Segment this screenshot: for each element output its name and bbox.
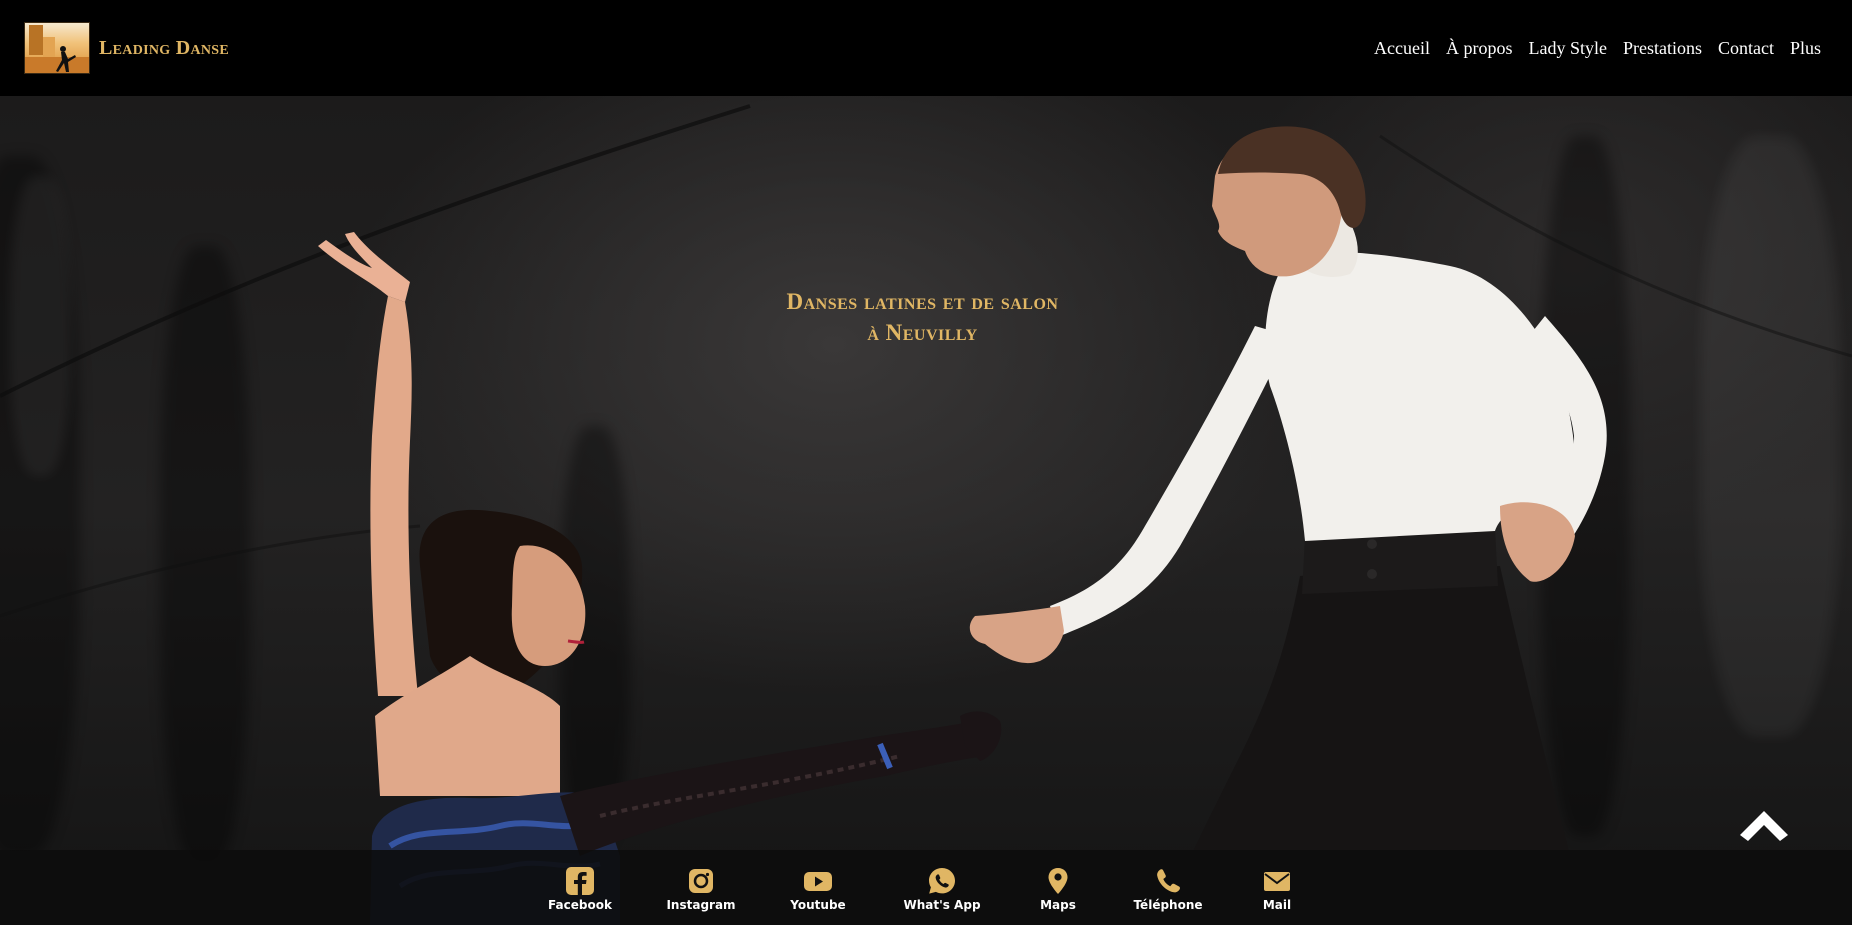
footer-item-facebook[interactable]: Facebook [530,866,630,912]
map-pin-icon [1048,868,1068,894]
footer-label-maps: Maps [1040,898,1076,912]
footer-label-whatsapp: What's App [903,898,981,912]
nav-item-prestations[interactable]: Prestations [1623,38,1702,59]
brand[interactable]: Leading Danse [24,22,229,74]
footer-item-whatsapp[interactable]: What's App [892,866,992,912]
youtube-icon [804,872,832,891]
woman-dancer [318,232,1002,925]
footer-label-telephone: Téléphone [1133,898,1203,912]
logo[interactable] [24,22,90,74]
nav-item-lady-style[interactable]: Lady Style [1528,38,1607,59]
main-nav: Accueil À propos Lady Style Prestations … [1374,38,1821,59]
footer-label-instagram: Instagram [666,898,736,912]
footer-item-mail[interactable]: Mail [1227,866,1327,912]
dancers-photo [318,126,1607,925]
contact-bar: Facebook Instagram Youtube What's App Ma… [0,850,1852,925]
brand-name[interactable]: Leading Danse [99,37,229,60]
hero-section: Danses latines et de salon à Neuvilly [0,96,1852,925]
nav-item-plus[interactable]: Plus [1790,38,1821,59]
footer-label-youtube: Youtube [790,898,846,912]
nav-item-contact[interactable]: Contact [1718,38,1774,59]
phone-icon [1157,869,1180,893]
footer-label-mail: Mail [1262,898,1292,912]
man-dancer [969,126,1607,925]
whatsapp-icon [929,868,955,894]
facebook-icon [566,867,594,895]
footer-item-youtube[interactable]: Youtube [768,866,868,912]
footer-item-instagram[interactable]: Instagram [651,866,751,912]
site-header: Leading Danse Accueil À propos Lady Styl… [0,0,1852,96]
footer-label-facebook: Facebook [548,898,612,912]
footer-item-maps[interactable]: Maps [1008,866,1108,912]
nav-item-a-propos[interactable]: À propos [1446,38,1513,59]
dancer-silhouette-icon [56,46,76,72]
nav-item-accueil[interactable]: Accueil [1374,38,1430,59]
scroll-top-chevron-icon[interactable] [1736,805,1792,845]
mail-icon [1264,872,1290,891]
footer-item-telephone[interactable]: Téléphone [1118,866,1218,912]
instagram-icon [689,869,713,893]
